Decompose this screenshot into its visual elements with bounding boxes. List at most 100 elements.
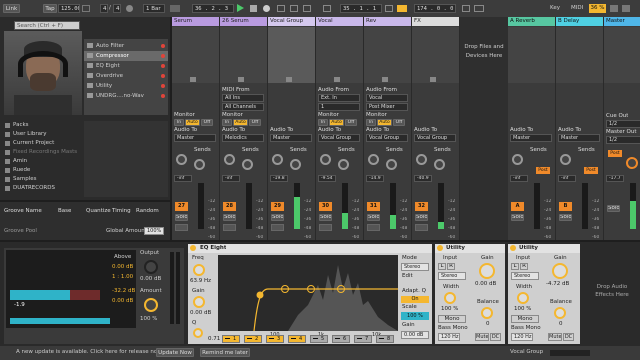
audio-to-menu[interactable]: Master [270, 134, 312, 142]
eq-q-value[interactable]: 0.71 [208, 336, 220, 343]
utility-2-dc-button[interactable]: DC [563, 333, 574, 341]
eq-mode-menu[interactable]: Stereo [401, 263, 429, 271]
track-activator[interactable]: 32 [415, 202, 428, 211]
update-now-button[interactable]: Update Now [156, 348, 194, 357]
post-button[interactable]: Post [584, 167, 598, 174]
utility-2-mono-button[interactable]: Mono [511, 315, 539, 323]
clip-slots-area[interactable] [220, 27, 267, 83]
browser-category[interactable]: DUATRECORDS [4, 184, 82, 193]
monitor-in-button[interactable]: In [222, 119, 232, 126]
clip-stop-button[interactable] [430, 77, 436, 82]
volume-field[interactable]: -40.9 [414, 175, 432, 182]
track-title[interactable]: Vocal Group [268, 17, 315, 26]
arrangement-position[interactable]: 36 . 2 . 3 [192, 4, 234, 13]
audio-to-menu[interactable]: Master [510, 134, 552, 142]
utility-1-power-icon[interactable] [437, 245, 443, 251]
monitor-off-button[interactable]: Off [201, 119, 213, 126]
track-title[interactable]: Vocal [316, 17, 363, 26]
send-b-knob[interactable] [434, 159, 445, 170]
solo-button[interactable]: Solo [223, 214, 236, 221]
hot-swap-icon[interactable] [161, 44, 165, 48]
eq-band-button[interactable]: 5 [310, 335, 328, 343]
eq-band-button[interactable]: 6 [332, 335, 350, 343]
post-button[interactable]: Post [608, 150, 622, 157]
solo-button[interactable]: Solo [511, 214, 524, 221]
eq-gain-out-field[interactable]: 0.00 dB [401, 331, 429, 339]
monitor-off-button[interactable]: Off [393, 119, 405, 126]
track-activator[interactable]: 30 [319, 202, 332, 211]
utility-2-power-icon[interactable] [510, 245, 516, 251]
browser-item[interactable]: UNDRG....no-Wav [84, 91, 168, 101]
input-channel-menu[interactable]: 1 [318, 103, 360, 111]
utility-2-input-left[interactable]: L [511, 263, 519, 270]
return-activator[interactable]: B [559, 202, 572, 211]
arm-button[interactable] [319, 224, 332, 231]
eq-band-button[interactable]: 1 [222, 335, 240, 343]
overdub-icon[interactable] [277, 5, 285, 12]
stop-icon[interactable] [250, 5, 257, 12]
volume-field[interactable]: -19.8 [270, 175, 288, 182]
volume-field[interactable]: -inf [222, 175, 240, 182]
utility-1-gain-value[interactable]: 0.00 dB [475, 281, 496, 288]
browser-category[interactable]: Amin [4, 157, 82, 166]
drop-files-zone[interactable]: Drop Files and Devices Here [460, 17, 508, 240]
send-b-knob[interactable] [290, 159, 301, 170]
browser-category[interactable]: Fixed Recordings Masts [4, 148, 82, 157]
global-amount-field[interactable]: 100% [144, 227, 164, 235]
eq-q-knob[interactable] [193, 328, 203, 338]
solo-button[interactable]: Solo [175, 214, 188, 221]
utility-2-width-value[interactable]: 100 % [514, 306, 531, 313]
loop-length-field[interactable]: 174 . 0 . 0 [414, 4, 456, 13]
send-b-knob[interactable] [194, 159, 205, 170]
eq-adaptq-toggle[interactable]: On [401, 296, 429, 303]
automation-arm-icon[interactable] [290, 5, 298, 12]
track-title[interactable]: FX [412, 17, 459, 26]
tempo-nudge-icon[interactable] [82, 5, 90, 12]
utility-2-gain-knob[interactable] [552, 263, 568, 279]
tap-button[interactable]: Tap [43, 4, 57, 13]
clip-slots-area[interactable] [172, 27, 219, 83]
eq-freq-knob[interactable] [193, 264, 205, 276]
audio-to-menu[interactable]: Master [558, 134, 600, 142]
return-title[interactable]: A Reverb [508, 17, 555, 26]
audio-to-menu[interactable]: Vocal Group [318, 134, 360, 142]
browser-item[interactable]: Auto Filter [84, 41, 168, 51]
track-activator[interactable]: 31 [367, 202, 380, 211]
eq-freq-value[interactable]: 63.9 Hz [190, 278, 211, 285]
eq-band-button[interactable]: 4 [288, 335, 306, 343]
hot-swap-icon[interactable] [161, 74, 165, 78]
browser-item[interactable]: Compressor [84, 51, 168, 61]
solo-button[interactable]: Solo [559, 214, 572, 221]
browser-item[interactable]: Utility [84, 81, 168, 91]
utility-1-width-knob[interactable] [444, 292, 456, 304]
compressor-amount-value[interactable]: 100 % [140, 316, 157, 323]
send-knob[interactable] [560, 154, 571, 165]
session-record-icon[interactable] [303, 5, 311, 12]
drop-audio-effects-zone[interactable]: Drop Audio Effects Here [588, 284, 636, 304]
eq-spectrum-display[interactable] [218, 255, 398, 332]
loop-switch-icon[interactable] [397, 5, 407, 12]
return-activator[interactable]: A [511, 202, 524, 211]
solo-button[interactable]: Solo [319, 214, 332, 221]
arrangement-follow-icon[interactable] [170, 5, 180, 12]
signature-numerator[interactable]: 4 [100, 4, 108, 13]
monitor-auto-button[interactable]: Auto [329, 119, 344, 126]
volume-field[interactable]: -14.9 [366, 175, 384, 182]
monitor-auto-button[interactable]: Auto [233, 119, 248, 126]
utility-1-width-value[interactable]: 100 % [441, 306, 458, 313]
monitor-off-button[interactable]: Off [249, 119, 261, 126]
utility-1-dc-button[interactable]: DC [490, 333, 501, 341]
send-a-knob[interactable] [224, 154, 235, 165]
return-title[interactable]: Master [604, 17, 640, 26]
track-title[interactable]: Rev [364, 17, 411, 26]
utility-2-mode-menu[interactable]: Stereo [511, 272, 539, 280]
computer-keyboard-icon[interactable] [474, 5, 484, 12]
post-button[interactable]: Post [536, 167, 550, 174]
arm-button[interactable] [367, 224, 380, 231]
clip-stop-button[interactable] [286, 77, 292, 82]
clip-stop-button[interactable] [334, 77, 340, 82]
record-icon[interactable] [263, 5, 270, 12]
audio-to-menu[interactable]: Vocal Group [414, 134, 456, 142]
send-a-knob[interactable] [320, 154, 331, 165]
quantize-menu[interactable]: 1 Bar [143, 4, 165, 13]
